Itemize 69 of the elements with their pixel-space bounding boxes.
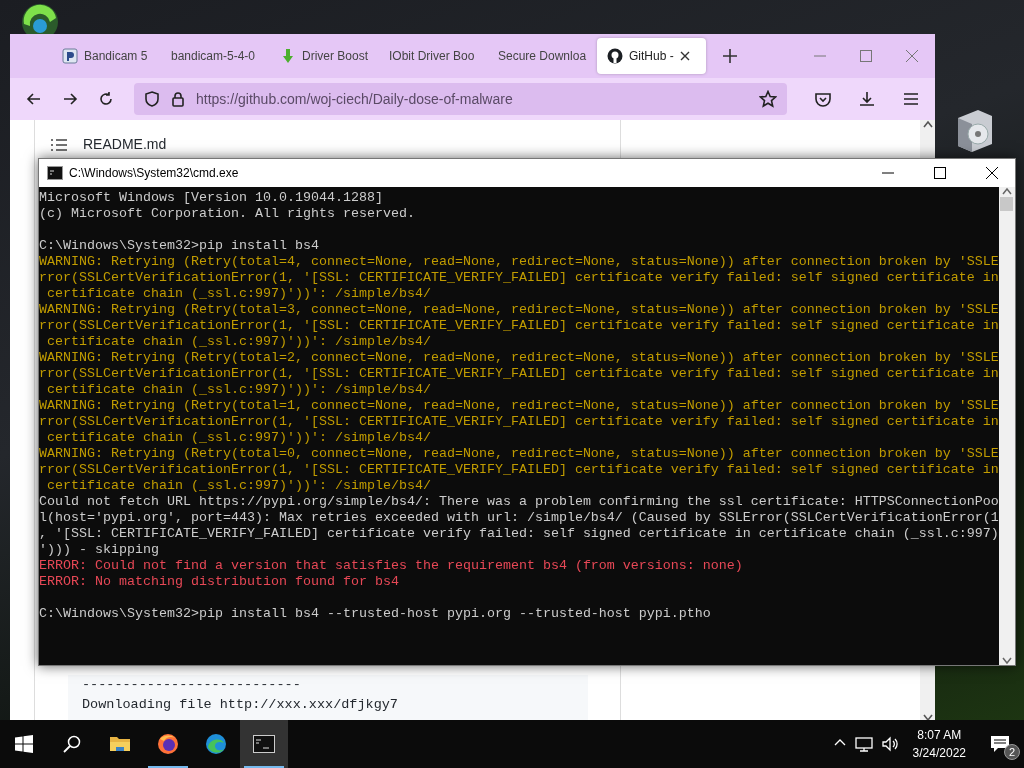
shield-icon [144, 91, 160, 107]
firefox-icon [157, 733, 179, 755]
window-title: C:\Windows\System32\cmd.exe [69, 165, 240, 182]
warning-line: rror(SSLCertVerificationError(1, '[SSL: CERTIFICATE_VERIFY_FAILED] certificate verify failed: self signed certificate in [39, 414, 999, 430]
download-arrow-icon [280, 48, 296, 64]
code-line: Downloading file http://xxx.xxx/dfjkgy7 [82, 695, 398, 714]
console-line: l(host='pypi.org', port=443): Max retries exceeded with url: /simple/bs4/ (Caused by SSLError(SSLCertVerificationError(1 [39, 510, 999, 526]
reload-icon[interactable] [97, 90, 115, 108]
warning-line: certificate chain (_ssl.c:997)'))': /simple/bs4/ [46, 286, 431, 302]
network-icon[interactable] [854, 735, 873, 753]
maximize-icon[interactable] [932, 165, 948, 181]
notification-count: 2 [1004, 744, 1020, 760]
error-line: ERROR: No matching distribution found for bs4 [39, 574, 399, 590]
star-icon[interactable] [759, 90, 777, 108]
clock[interactable]: 8:07 AM 3/24/2022 [912, 726, 966, 762]
volume-icon[interactable] [880, 735, 899, 753]
octocat-icon [607, 48, 623, 64]
address-bar[interactable]: https://github.com/woj-ciech/Daily-dose-of-malware [134, 83, 787, 115]
scroll-up-icon[interactable] [1001, 187, 1012, 195]
warning-line: WARNING: Retrying (Retry(total=1, connect=None, read=None, redirect=None, status=None)) after connection broken by 'SSLE [39, 398, 999, 414]
new-tab-icon[interactable] [723, 49, 737, 63]
terminal-icon [253, 733, 275, 755]
scroll-down-icon[interactable] [922, 714, 933, 722]
warning-line: WARNING: Retrying (Retry(total=4, connect=None, read=None, redirect=None, status=None)) after connection broken by 'SSLE [39, 254, 999, 270]
browser-tab[interactable]: bandicam-5-4-0 [161, 38, 270, 74]
console-line: C:\Windows\System32>pip install bs4 --trusted-host pypi.org --trusted-host pypi.ptho [39, 606, 711, 622]
windows-icon[interactable] [15, 735, 33, 753]
browser-tab[interactable]: GitHub - [597, 38, 706, 74]
lock-icon [170, 91, 186, 107]
warning-line: rror(SSLCertVerificationError(1, '[SSL: CERTIFICATE_VERIFY_FAILED] certificate verify failed: self signed certificate in [39, 318, 999, 334]
warning-line: certificate chain (_ssl.c:997)'))': /simple/bs4/ [46, 334, 431, 350]
download-icon[interactable] [858, 90, 876, 108]
browser-tab[interactable]: Driver Boost [270, 38, 379, 74]
code-line: --------------------------- [82, 676, 301, 694]
scroll-thumb[interactable] [1000, 197, 1014, 211]
search-icon[interactable] [63, 735, 81, 753]
list-icon[interactable] [51, 137, 67, 152]
console-line: Could not fetch URL https://pypi.org/simple/bs4/: There was a problem confirming the ssl certificate: HTTPSConnectionPoo [39, 494, 999, 510]
menu-icon[interactable] [902, 90, 920, 108]
browser-tab[interactable]: IObit Driver Boo [379, 38, 488, 74]
warning-line: WARNING: Retrying (Retry(total=0, connect=None, read=None, redirect=None, status=None)) after connection broken by 'SSLE [39, 446, 999, 462]
console-line: (c) Microsoft Corporation. All rights reserved. [39, 206, 415, 222]
console-line: , '[SSL: CERTIFICATE_VERIFY_FAILED] certificate verify failed: self signed certificate in certificate chain (_ssl.c:997) [39, 526, 999, 542]
warning-line: certificate chain (_ssl.c:997)'))': /simple/bs4/ [46, 478, 431, 494]
pocket-icon[interactable] [814, 90, 832, 108]
close-icon[interactable] [984, 165, 1000, 181]
warning-line: rror(SSLCertVerificationError(1, '[SSL: CERTIFICATE_VERIFY_FAILED] certificate verify failed: self signed certificate in [39, 462, 999, 478]
warning-line: certificate chain (_ssl.c:997)'))': /simple/bs4/ [46, 382, 431, 398]
warning-line: certificate chain (_ssl.c:997)'))': /simple/bs4/ [46, 430, 431, 446]
notification-icon[interactable] [990, 735, 1010, 753]
browser-tab[interactable]: Secure Downloa [488, 38, 597, 74]
close-icon[interactable] [679, 51, 690, 61]
warning-line: WARNING: Retrying (Retry(total=3, connect=None, read=None, redirect=None, status=None)) after connection broken by 'SSLE [39, 302, 999, 318]
console-line: '))) - skipping [39, 542, 159, 558]
console-line: Microsoft Windows [Version 10.0.19044.1288] [39, 190, 383, 206]
app-icon [62, 48, 78, 64]
browser-tab[interactable]: Bandicam 5 [52, 38, 161, 74]
taskbar-app[interactable] [240, 720, 288, 768]
warning-line: WARNING: Retrying (Retry(total=2, connect=None, read=None, redirect=None, status=None)) after connection broken by 'SSLE [39, 350, 999, 366]
time-text: 8:07 AM [916, 727, 963, 744]
warning-line: rror(SSLCertVerificationError(1, '[SSL: CERTIFICATE_VERIFY_FAILED] certificate verify failed: self signed certificate in [39, 270, 999, 286]
console-line: C:\Windows\System32>pip install bs4 [39, 238, 319, 254]
file-title: README.md [83, 135, 167, 154]
error-line: ERROR: Could not find a version that satisfies the requirement bs4 (from versions: none) [39, 558, 743, 574]
warning-line: rror(SSLCertVerificationError(1, '[SSL: CERTIFICATE_VERIFY_FAILED] certificate verify failed: self signed certificate in [39, 366, 999, 382]
date-text: 3/24/2022 [912, 745, 966, 762]
scroll-up-icon[interactable] [922, 120, 933, 128]
edge-icon [205, 733, 227, 755]
console-icon [47, 166, 63, 180]
